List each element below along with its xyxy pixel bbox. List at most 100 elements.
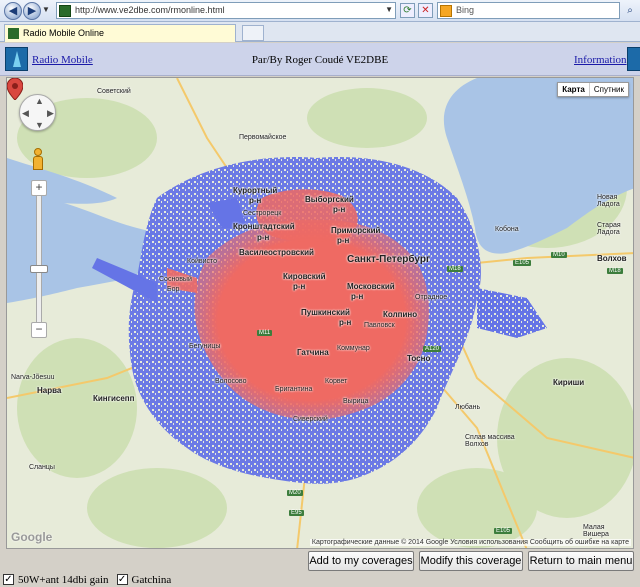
label-narva-joesuu: Narva-Jõesuu bbox=[11, 374, 55, 381]
label-kronshtadt-rn: р-н bbox=[257, 233, 270, 242]
label-gatchina: Гатчина bbox=[297, 348, 329, 357]
label-slantsy: Сланцы bbox=[29, 464, 55, 471]
label-kobona: Кобона bbox=[495, 226, 519, 233]
label-volkhov: Волхов bbox=[597, 254, 627, 263]
label-siverskiy: Сиверский bbox=[293, 416, 328, 423]
road-shield: M18 bbox=[447, 266, 463, 272]
site-favicon-icon bbox=[59, 5, 71, 17]
page-title: Par/By Roger Coudé VE2DBE bbox=[251, 54, 389, 66]
label-sosnovy-bor: Сосновый bbox=[159, 276, 192, 283]
search-input[interactable]: Bing bbox=[437, 2, 620, 19]
coverage-checkbox-2[interactable]: ✓ bbox=[116, 574, 128, 585]
search-go-icon[interactable]: ⌕ bbox=[623, 3, 637, 18]
pan-control[interactable]: ▲ ▼ ◀ ▶ bbox=[19, 94, 56, 131]
zoom-in-button[interactable]: + bbox=[31, 180, 47, 196]
label-koyvisto: Койвисто bbox=[187, 258, 218, 265]
url-text: http://www.ve2dbe.com/rmonline.html bbox=[75, 5, 225, 15]
label-sovetsky: Советский bbox=[97, 88, 131, 95]
label-pavlovsk: Павловск bbox=[364, 322, 395, 329]
tab-favicon-icon bbox=[8, 28, 19, 39]
label-kronshtadt: Кронштадтский bbox=[233, 222, 295, 231]
label-kingisepp: Кингисепп bbox=[93, 394, 135, 403]
browser-address-bar: ◀ ▶ ▼ http://www.ve2dbe.com/rmonline.htm… bbox=[0, 0, 640, 22]
zoom-slider-track[interactable] bbox=[36, 188, 42, 336]
road-shield: E105 bbox=[494, 528, 513, 534]
label-tosno: Тосно bbox=[407, 354, 431, 363]
label-primorsky-rn: р-н bbox=[337, 236, 350, 245]
label-vasileostrovsky: Василеостровский bbox=[239, 248, 314, 257]
map-type-map-button[interactable]: Карта bbox=[558, 83, 590, 96]
label-sestroretsk: Сестрорецк bbox=[243, 210, 282, 217]
bing-icon bbox=[440, 5, 452, 17]
back-button[interactable]: ◀ bbox=[4, 2, 22, 20]
street-view-pegman-icon[interactable] bbox=[31, 148, 45, 176]
road-shield: E95 bbox=[289, 510, 304, 516]
label-bor: Бор bbox=[167, 286, 180, 293]
return-main-menu-button[interactable]: Return to main menu bbox=[528, 551, 634, 571]
coverage-label-1: 50W+ant 14dbi gain bbox=[18, 573, 109, 586]
tab-title: Radio Mobile Online bbox=[23, 28, 105, 38]
label-narva: Нарва bbox=[37, 386, 62, 395]
coverage-checkbox-1[interactable]: ✓ bbox=[3, 574, 14, 585]
map-type-satellite-button[interactable]: Спутник bbox=[590, 83, 628, 96]
url-dropdown-icon[interactable]: ▼ bbox=[385, 5, 393, 14]
pan-down-icon[interactable]: ▼ bbox=[35, 120, 44, 130]
label-otradnoe: Отрадное bbox=[415, 294, 448, 301]
road-shield: M18 bbox=[607, 268, 623, 274]
add-to-my-coverages-button[interactable]: Add to my coverages bbox=[308, 551, 414, 571]
label-kirovsky: Кировский bbox=[283, 272, 326, 281]
page-header: Radio Mobile Par/By Roger Coudé VE2DBE I… bbox=[0, 43, 640, 76]
label-kirishi: Кириши bbox=[553, 378, 585, 387]
label-moskovsky: Московский bbox=[347, 282, 395, 291]
label-pushkinsky: Пушкинский bbox=[301, 308, 350, 317]
label-kurortny-rn: р-н bbox=[249, 196, 262, 205]
label-saint-petersburg: Санкт-Петербург bbox=[347, 254, 431, 265]
pan-up-icon[interactable]: ▲ bbox=[35, 96, 44, 106]
forward-button[interactable]: ▶ bbox=[23, 2, 41, 20]
road-shield: M10 bbox=[551, 252, 567, 258]
information-link[interactable]: Information bbox=[574, 54, 627, 66]
label-kommunar: Коммунар bbox=[337, 345, 370, 352]
zoom-slider-thumb[interactable] bbox=[30, 265, 48, 273]
label-novaya-ladoga: Новая Ладога bbox=[597, 194, 620, 208]
stop-button[interactable]: ✕ bbox=[418, 3, 433, 18]
road-shield: A120 bbox=[423, 346, 442, 352]
label-moskovsky-rn: р-н bbox=[351, 292, 364, 301]
coverage-list: ✓ 50W+ant 14dbi gain ✓ Gatchina bbox=[3, 572, 171, 587]
road-shield: M11 bbox=[257, 330, 273, 336]
label-korvet: Корвет bbox=[325, 378, 348, 385]
modify-coverage-button[interactable]: Modify this coverage bbox=[419, 551, 523, 571]
url-input[interactable]: http://www.ve2dbe.com/rmonline.html ▼ bbox=[56, 2, 396, 19]
label-splav-massiva: Сплав массива Волхов bbox=[465, 434, 515, 448]
label-kolpino: Колпино bbox=[383, 310, 418, 319]
label-begunitsy: Бегуницы bbox=[189, 343, 221, 350]
label-vyborgsky: Выборгский bbox=[305, 195, 354, 204]
information-logo-icon[interactable] bbox=[627, 47, 640, 71]
label-kirovsky-rn: р-н bbox=[293, 282, 306, 291]
coverage-map[interactable]: Советский Первомайское Курортный р-н Выб… bbox=[6, 77, 634, 549]
google-logo[interactable]: Google bbox=[11, 530, 52, 544]
map-attribution[interactable]: Картографические данные © 2014 Google Ус… bbox=[309, 539, 631, 546]
history-dropdown-icon[interactable]: ▼ bbox=[42, 5, 50, 14]
map-type-control: Карта Спутник bbox=[557, 82, 629, 97]
label-pervomayskoe: Первомайское bbox=[239, 134, 287, 141]
label-volosovo: Волосово bbox=[215, 378, 247, 385]
location-pin-icon[interactable] bbox=[7, 78, 23, 100]
pan-right-icon[interactable]: ▶ bbox=[47, 108, 54, 119]
road-shield: E105 bbox=[513, 260, 532, 266]
search-placeholder: Bing bbox=[456, 5, 475, 15]
label-staraya-ladoga: Старая Ладога bbox=[597, 222, 621, 236]
refresh-button[interactable]: ⟳ bbox=[400, 3, 415, 18]
zoom-out-button[interactable]: − bbox=[31, 322, 47, 338]
tab-radio-mobile[interactable]: Radio Mobile Online bbox=[4, 24, 236, 42]
label-lyuban: Любань bbox=[455, 404, 481, 411]
label-malaya-vishera: Малая Вишера bbox=[583, 524, 609, 538]
new-tab-button[interactable] bbox=[242, 25, 264, 41]
pan-left-icon[interactable]: ◀ bbox=[22, 108, 29, 119]
tab-bar: Radio Mobile Online bbox=[0, 22, 640, 42]
label-kurortny: Курортный bbox=[233, 186, 278, 195]
road-shield: M20 bbox=[287, 490, 303, 496]
label-vyborgsky-rn: р-н bbox=[333, 205, 346, 214]
label-brigantina: Бригантина bbox=[275, 386, 313, 393]
label-pushkinsky-rn: р-н bbox=[339, 318, 352, 327]
